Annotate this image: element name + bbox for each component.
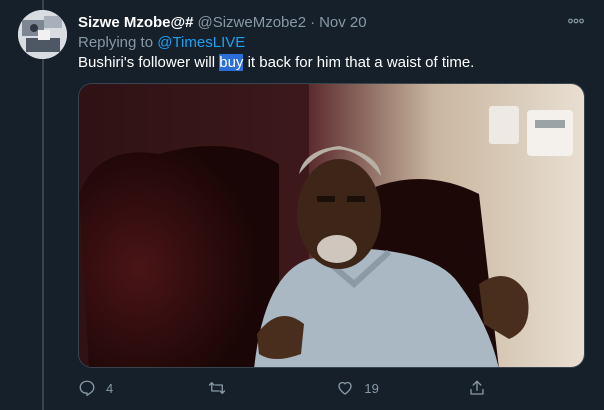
tweet-actions: 4 19: [78, 376, 508, 400]
like-button[interactable]: 19: [336, 379, 379, 397]
tweet-text: Bushiri's follower will buy it back for …: [78, 54, 474, 71]
replying-prefix: Replying to: [78, 34, 158, 51]
heart-icon: [336, 379, 354, 397]
separator-dot: ·: [310, 13, 316, 31]
retweet-icon: [207, 379, 227, 397]
replying-mention-link[interactable]: @TimesLIVE: [157, 34, 245, 51]
retweet-button[interactable]: [207, 379, 247, 397]
avatar[interactable]: [18, 10, 67, 59]
tweet-text-before: Bushiri's follower will: [78, 54, 220, 71]
share-icon: [468, 379, 486, 397]
tweet-photo[interactable]: [78, 83, 585, 368]
like-count: 19: [364, 380, 379, 396]
tweet-header: Sizwe Mzobe@# @SizweMzobe2 · Nov 20: [78, 12, 564, 32]
user-handle[interactable]: @SizweMzobe2: [197, 14, 306, 31]
tweet-text-after: it back for him that a waist of time.: [243, 54, 475, 71]
selected-text: buy: [219, 54, 244, 71]
reply-count: 4: [106, 380, 114, 396]
tweet[interactable]: Sizwe Mzobe@# @SizweMzobe2 · Nov 20 Repl…: [0, 0, 604, 410]
reply-button[interactable]: 4: [78, 379, 118, 397]
more-horizontal-icon[interactable]: [564, 12, 588, 30]
replying-to: Replying to @TimesLIVE: [78, 34, 245, 51]
reply-icon: [78, 379, 96, 397]
share-button[interactable]: [468, 379, 508, 397]
display-name[interactable]: Sizwe Mzobe@#: [78, 14, 193, 31]
tweet-date[interactable]: Nov 20: [319, 14, 367, 31]
